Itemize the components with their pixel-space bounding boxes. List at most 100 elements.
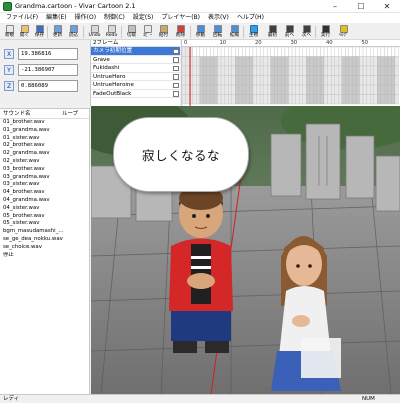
timeline-cell[interactable] [220, 94, 225, 105]
timeline-cell[interactable] [362, 94, 367, 105]
sound-list-item[interactable]: 04_sister.wav [0, 205, 89, 213]
timeline-cell[interactable] [228, 47, 232, 57]
timeline-cell[interactable] [345, 84, 350, 95]
timeline-cell[interactable] [213, 56, 218, 67]
timeline-cell[interactable] [330, 65, 335, 76]
timeline-cell[interactable] [217, 47, 222, 57]
timeline-cell[interactable] [274, 65, 279, 76]
timeline-cell[interactable] [196, 56, 200, 67]
timeline-cell[interactable] [384, 65, 389, 76]
timeline-cell[interactable] [291, 56, 296, 67]
timeline-cell[interactable] [352, 56, 357, 67]
toolbar-button-save[interactable]: 保存 [32, 24, 47, 40]
timeline-cell[interactable] [394, 65, 399, 76]
timeline-cell[interactable] [274, 75, 279, 86]
timeline-cell[interactable] [313, 84, 318, 95]
timeline-cell[interactable] [281, 84, 286, 95]
timeline-cell[interactable] [199, 47, 204, 57]
timeline-cell[interactable] [394, 56, 399, 67]
toolbar-button-new-file[interactable]: 新規 [2, 24, 17, 40]
timeline-cell[interactable] [242, 56, 247, 67]
sound-list-item[interactable]: 04_brother.wav [0, 189, 89, 197]
timeline-cell[interactable] [284, 84, 289, 95]
timeline-cell[interactable] [366, 94, 371, 105]
menu-file[interactable]: ファイル(F) [2, 13, 42, 23]
timeline-cell[interactable] [274, 47, 279, 57]
track-visibility-checkbox[interactable] [173, 82, 179, 88]
timeline-cell[interactable] [256, 65, 261, 76]
timeline-cell[interactable] [196, 94, 200, 105]
track-visibility-checkbox[interactable] [173, 91, 179, 97]
timeline-cell[interactable] [277, 47, 282, 57]
timeline-cell[interactable] [380, 56, 385, 67]
timeline-cell[interactable] [235, 94, 239, 105]
timeline-cell[interactable] [263, 84, 268, 95]
timeline-cell[interactable] [210, 94, 215, 105]
timeline-cell[interactable] [377, 47, 381, 57]
timeline-cell[interactable] [295, 84, 300, 95]
timeline-cell[interactable] [348, 94, 353, 105]
toolbar-button-cut[interactable]: 切取 [124, 24, 139, 40]
timeline-cell[interactable] [373, 94, 378, 105]
timeline-cell[interactable] [235, 75, 239, 86]
toolbar-button-move[interactable]: 移動 [193, 24, 208, 40]
timeline-cell[interactable] [277, 56, 282, 67]
timeline-cell[interactable] [348, 65, 353, 76]
timeline-cell[interactable] [213, 94, 218, 105]
timeline-cell[interactable] [196, 75, 200, 86]
menu-control[interactable]: 制御(C) [100, 13, 129, 23]
timeline-cell[interactable] [373, 65, 378, 76]
timeline-cell[interactable] [228, 94, 232, 105]
timeline-cell[interactable] [288, 65, 293, 76]
coord-z-field[interactable]: 0.886089 [18, 80, 78, 92]
timeline-cell[interactable] [377, 56, 381, 67]
timeline-cell[interactable] [182, 84, 186, 95]
timeline-cell[interactable] [338, 75, 342, 86]
timeline-cell[interactable] [267, 56, 271, 67]
sound-list-item[interactable]: 03_brother.wav [0, 166, 89, 174]
timeline-cell[interactable] [327, 47, 332, 57]
timeline-cell[interactable] [309, 94, 314, 105]
timeline-cell[interactable] [355, 84, 360, 95]
timeline-cell[interactable] [238, 56, 243, 67]
timeline-cell[interactable] [330, 56, 335, 67]
timeline-cell[interactable] [313, 65, 318, 76]
timeline-cell[interactable] [231, 65, 236, 76]
timeline-cell[interactable] [182, 65, 186, 76]
timeline-cell[interactable] [362, 65, 367, 76]
timeline-cell[interactable] [224, 75, 229, 86]
timeline-cell[interactable] [334, 84, 339, 95]
timeline-cell[interactable] [341, 84, 346, 95]
timeline-cell[interactable] [263, 75, 268, 86]
timeline-cell[interactable] [259, 47, 264, 57]
timeline-cell[interactable] [256, 84, 261, 95]
timeline-cell[interactable] [270, 75, 275, 86]
coord-x-button[interactable]: X [4, 49, 14, 59]
timeline-cell[interactable] [267, 47, 271, 57]
timeline-cell[interactable] [384, 56, 389, 67]
timeline-cell[interactable] [281, 65, 286, 76]
timeline-cell[interactable] [288, 75, 293, 86]
timeline-cell[interactable] [242, 47, 247, 57]
timeline-cell[interactable] [302, 56, 307, 67]
timeline-cell[interactable] [309, 56, 314, 67]
timeline-cell[interactable] [217, 75, 222, 86]
sound-list-item[interactable]: 停止 [0, 252, 89, 260]
timeline-cell[interactable] [327, 65, 332, 76]
timeline-cell[interactable] [384, 84, 389, 95]
timeline-track-row[interactable]: UntrueHeroine [91, 81, 180, 90]
timeline-cell[interactable] [341, 56, 346, 67]
toolbar-button-next-frame[interactable]: 次へ [299, 24, 314, 40]
timeline-cell[interactable] [309, 75, 314, 86]
timeline-track-row[interactable]: UntrueHero [91, 73, 180, 81]
timeline-cell[interactable] [323, 75, 328, 86]
timeline-cell[interactable] [362, 84, 367, 95]
timeline-cell[interactable] [199, 56, 204, 67]
menu-view[interactable]: 表示(V) [204, 13, 233, 23]
timeline-cell[interactable] [238, 75, 243, 86]
timeline-cell[interactable] [235, 65, 239, 76]
timeline-cell[interactable] [306, 56, 310, 67]
timeline-cell[interactable] [369, 65, 374, 76]
timeline-cell[interactable] [334, 56, 339, 67]
timeline-cell[interactable] [291, 75, 296, 86]
